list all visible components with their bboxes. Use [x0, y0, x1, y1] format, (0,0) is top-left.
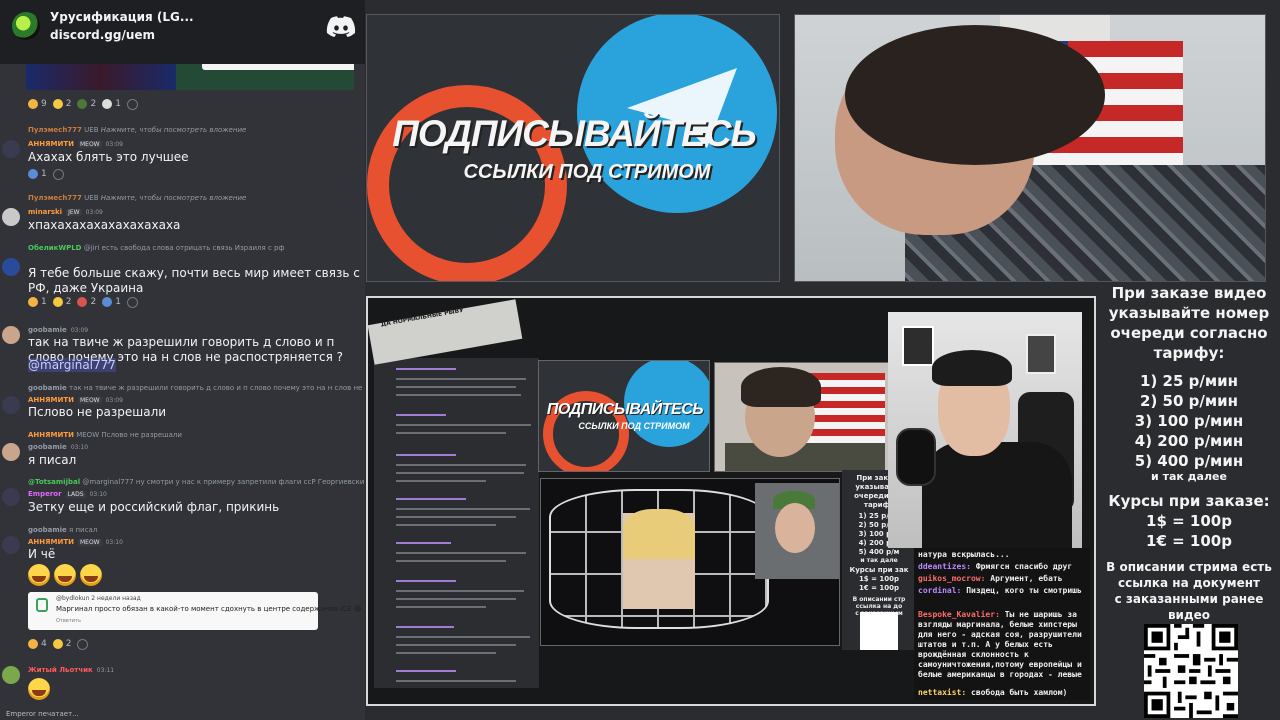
reaction-emoji[interactable]: 2 — [77, 295, 96, 309]
pricing-header-line: тарифу: — [1153, 344, 1225, 362]
message-text: И чё — [28, 547, 56, 561]
reaction-row: 1 — [28, 166, 64, 182]
nested-streamer-webcam — [888, 312, 1082, 548]
avatar[interactable] — [2, 666, 20, 684]
avatar[interactable] — [2, 536, 20, 554]
reaction-row: 1 2 2 1 — [28, 294, 138, 310]
message-meta: minarski JEW 03:09 — [28, 208, 103, 216]
webcam-feed — [794, 14, 1266, 282]
reaction-row: 4 2 — [28, 636, 89, 652]
rate-item: 1$ = 100р — [1146, 512, 1232, 530]
server-name: Урусификация (LG... — [50, 10, 194, 24]
microphone-icon — [896, 428, 936, 486]
rates-title: Курсы при заказе: — [1108, 492, 1270, 510]
nested-qr-code — [860, 612, 898, 650]
user-mention[interactable]: @marginal777 — [28, 358, 116, 372]
reply-preview[interactable]: АННЯМИТИ MEOW Пслово не разрешали — [28, 431, 364, 439]
discord-chat-overlay: Урусификация (LG... discord.gg/uem 9 2 2… — [0, 0, 365, 720]
avatar[interactable] — [2, 140, 20, 158]
tariff-etc: и так далее — [1151, 470, 1227, 483]
reply-link[interactable]: Ответить — [56, 618, 81, 624]
reaction-emoji[interactable]: 2 — [52, 295, 71, 309]
message-text: я писал — [28, 453, 77, 467]
reaction-laugh[interactable]: 9 — [28, 97, 47, 111]
reply-preview[interactable]: Пулэмеch777 UEB Нажмите, чтобы посмотрет… — [28, 126, 364, 134]
rate-item: 1€ = 100р — [1146, 532, 1232, 550]
reaction-thumb[interactable]: 2 — [77, 97, 96, 111]
comment-source-icon — [36, 598, 48, 612]
reaction-car[interactable]: 1 — [28, 167, 47, 181]
laughing-emoji-icon — [54, 564, 76, 586]
embedded-comment-card[interactable]: @bydlokun 2 недели назад Маргинал просто… — [28, 592, 362, 630]
pricing-header-line: указывайте номер — [1108, 304, 1270, 322]
laughing-emoji-icon — [28, 564, 50, 586]
tariff-item: 2) 50 р/мин — [1140, 392, 1238, 410]
reaction-smile[interactable]: 2 — [52, 97, 71, 111]
nested-video-stage — [540, 478, 840, 646]
subscribe-banner: ПОДПИСЫВАЙТЕСЬ ССЫЛКИ ПОД СТРИМОМ — [366, 14, 780, 282]
server-invite-link[interactable]: discord.gg/uem — [50, 28, 155, 42]
tariff-item: 1) 25 р/мин — [1140, 372, 1238, 390]
message-text: Зетку еще и российский флаг, прикинь — [28, 500, 280, 514]
message-meta: АННЯМИТИ MEOW 03:10 — [28, 538, 123, 546]
message-meta: goobamie 03:10 — [28, 443, 89, 451]
description-line: с заказанными ранее — [1114, 592, 1264, 606]
reaction-skull[interactable]: 1 — [102, 97, 121, 111]
avatar[interactable] — [2, 208, 20, 226]
server-header: Урусификация (LG... discord.gg/uem — [0, 0, 365, 64]
qr-code — [1144, 624, 1238, 718]
reply-preview[interactable]: @Totsamijbal @marginal777 ну смотри у на… — [28, 478, 364, 486]
links-subtitle: ССЫЛКИ ПОД СТРИМОМ — [463, 161, 711, 183]
avatar[interactable] — [2, 326, 20, 344]
reply-preview[interactable]: Пулэмеch777 UEB Нажмите, чтобы посмотрет… — [28, 194, 364, 202]
avatar[interactable] — [2, 443, 20, 461]
message-text: хпахахахахахахахахаха — [28, 218, 181, 232]
message-meta: Emperor LADS 03:10 — [28, 490, 107, 498]
nested-webcam-feed — [714, 362, 890, 472]
laughing-emoji-icon — [80, 564, 102, 586]
message-text: Я тебе больше скажу, почти весь мир имее… — [28, 266, 360, 295]
nested-stream-chat: натура вскрылась... ddeantizes: Фрмягсн … — [914, 548, 1090, 700]
nested-subscribe-banner: ПОДПИСЫВАЙТЕСЬ ССЫЛКИ ПОД СТРИМОМ — [538, 360, 710, 472]
description-line: видео — [1167, 608, 1211, 622]
message-meta: Житый Льотчик 03:11 — [28, 666, 115, 674]
message-text: Ахахах блять это лучшее — [28, 150, 189, 164]
discord-logo-icon — [326, 16, 356, 37]
reaction-face[interactable]: 1 — [28, 295, 47, 309]
add-reaction-icon[interactable] — [126, 296, 138, 308]
message-text: Пслово не разрешали — [28, 405, 167, 419]
reply-preview[interactable]: goobamie я писал — [28, 526, 364, 534]
description-line: В описании стрима есть — [1106, 560, 1272, 574]
tariff-item: 4) 200 р/мин — [1134, 432, 1244, 450]
avatar[interactable] — [2, 396, 20, 414]
pricing-header-line: очереди согласно — [1110, 324, 1268, 342]
tariff-item: 5) 400 р/мин — [1134, 452, 1244, 470]
server-icon — [12, 12, 40, 40]
tariff-item: 3) 100 р/мин — [1134, 412, 1244, 430]
author-name: АННЯМИТИ — [28, 140, 74, 148]
reaction-row: 9 2 2 1 — [28, 96, 138, 112]
add-reaction-icon[interactable] — [52, 168, 64, 180]
reaction-smile[interactable]: 2 — [52, 637, 71, 651]
message-meta: goobamie 03:09 — [28, 326, 89, 334]
pricing-header-line: При заказе видео — [1111, 284, 1267, 302]
reaction-emoji[interactable]: 1 — [102, 295, 121, 309]
typing-indicator: Emperor печатает... — [6, 710, 79, 718]
reaction-laugh[interactable]: 4 — [28, 637, 47, 651]
add-reaction-icon[interactable] — [77, 638, 89, 650]
reply-preview[interactable]: goobamie так на твиче ж разрешили говори… — [28, 384, 364, 392]
description-line: ссылка на документ — [1118, 576, 1260, 590]
reply-preview[interactable]: ОбеликWPLD @jiri есть свобода слова отри… — [28, 244, 364, 252]
nested-stream-capture: ДА НОРМАЛЬНЫЕ РЫВУ ПОДПИСЫВАЙТЕСЬ ССЫЛКИ… — [366, 296, 1096, 706]
message-meta: АННЯМИТИ MEOW 03:09 — [28, 140, 123, 148]
message-meta: АННЯМИТИ MEOW 03:09 — [28, 396, 123, 404]
laughing-emoji-icon — [28, 678, 50, 700]
avatar[interactable] — [2, 488, 20, 506]
nested-discord-chat — [374, 358, 539, 688]
subscribe-title: ПОДПИСЫВАЙТЕСЬ — [392, 113, 756, 154]
add-reaction-icon[interactable] — [126, 98, 138, 110]
avatar[interactable] — [2, 258, 20, 276]
